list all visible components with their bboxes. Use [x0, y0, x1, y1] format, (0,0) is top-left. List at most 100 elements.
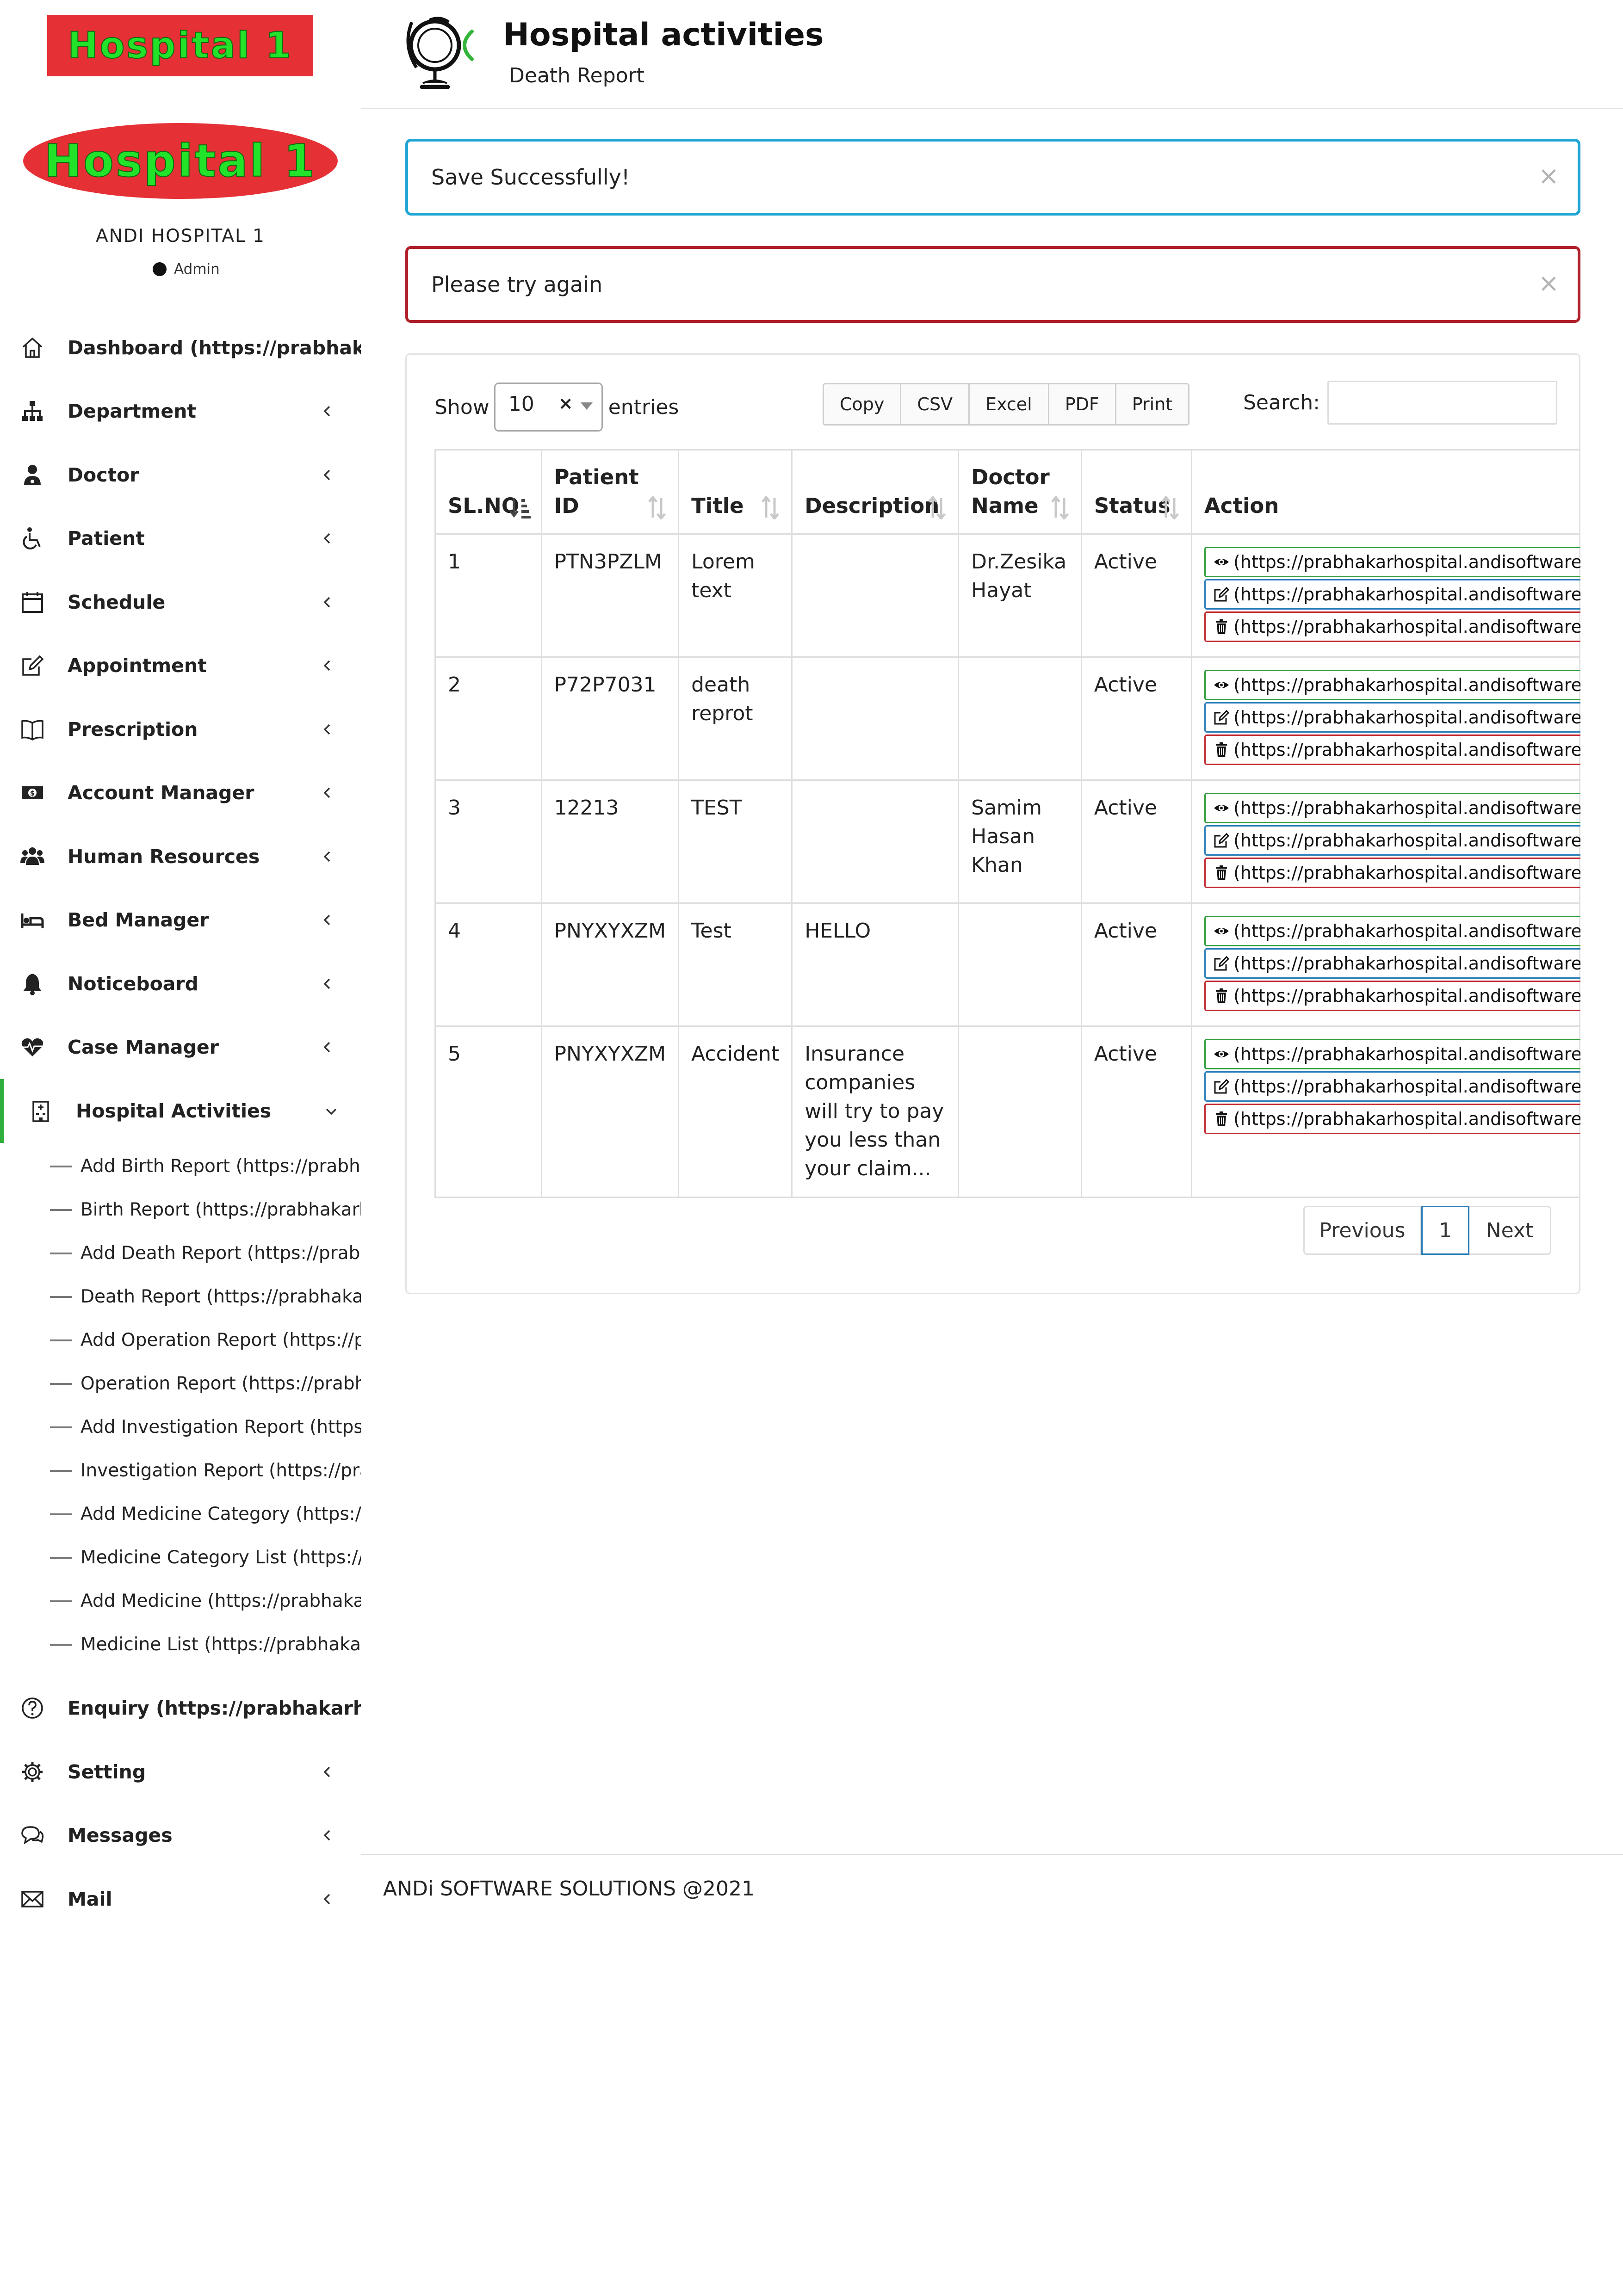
sort-icon	[648, 496, 666, 519]
submenu-item-medicine-category-list[interactable]: Medicine Category List (https://prabhaka…	[0, 1536, 361, 1580]
dash-icon	[50, 1643, 72, 1646]
sidebar-item-bed-manager[interactable]: Bed Manager	[0, 889, 361, 952]
submenu-item-add-investigation-report[interactable]: Add Investigation Report (https://prabha…	[0, 1406, 361, 1449]
delete-button[interactable]: (https://prabhakarhospital.andisoftware	[1204, 858, 1580, 888]
sidebar-item-doctor[interactable]: Doctor	[0, 443, 361, 507]
print-button[interactable]: Print	[1116, 384, 1189, 424]
next-page-button[interactable]: Next	[1469, 1207, 1550, 1253]
edit-icon	[1214, 833, 1230, 848]
edit-button[interactable]: (https://prabhakarhospital.andisoftware	[1204, 1071, 1580, 1102]
pdf-button[interactable]: PDF	[1049, 384, 1116, 424]
search-input[interactable]	[1327, 381, 1557, 425]
sidebar-item-schedule[interactable]: Schedule	[0, 570, 361, 634]
page-1-button[interactable]: 1	[1421, 1206, 1469, 1255]
copy-button[interactable]: Copy	[824, 384, 902, 424]
view-button[interactable]: (https://prabhakarhospital.andisoftware	[1204, 793, 1580, 823]
error-alert-text: Please try again	[431, 272, 603, 297]
submenu-item-operation-report[interactable]: Operation Report (https://prabhakarhospi…	[0, 1362, 361, 1406]
logo-text: Hospital 1	[68, 25, 293, 67]
footer-text: ANDi SOFTWARE SOLUTIONS @2021	[383, 1877, 755, 1901]
sidebar-item-label: Patient	[68, 527, 145, 550]
column-header-doctor-name[interactable]: Doctor Name	[958, 449, 1082, 535]
column-header-title[interactable]: Title	[678, 449, 793, 535]
delete-button[interactable]: (https://prabhakarhospital.andisoftware	[1204, 734, 1580, 765]
entries-label: entries	[608, 395, 679, 419]
sidebar-item-case-manager[interactable]: Case Manager	[0, 1016, 361, 1080]
sidebar-item-department[interactable]: Department	[0, 380, 361, 444]
submenu-item-label: Medicine List (https://prabhakarhospital…	[81, 1634, 361, 1655]
cell-action: (https://prabhakarhospital.andisoftware(…	[1190, 656, 1580, 781]
edit-button[interactable]: (https://prabhakarhospital.andisoftware	[1204, 579, 1580, 610]
submenu-item-add-operation-report[interactable]: Add Operation Report (https://prabhakarh…	[0, 1319, 361, 1362]
edit-button[interactable]: (https://prabhakarhospital.andisoftware	[1204, 948, 1580, 979]
sidebar-item-patient[interactable]: Patient	[0, 507, 361, 571]
sidebar-item-human-resources[interactable]: Human Resources	[0, 825, 361, 889]
chevron-left-icon	[323, 915, 330, 926]
table-search: Search:	[1243, 381, 1557, 425]
submenu-item-medicine-list[interactable]: Medicine List (https://prabhakarhospital…	[0, 1623, 361, 1666]
heartbeat-icon	[19, 1034, 45, 1060]
delete-button[interactable]: (https://prabhakarhospital.andisoftware	[1204, 1104, 1580, 1134]
sidebar-item-account-manager[interactable]: $ Account Manager	[0, 761, 361, 825]
csv-button[interactable]: CSV	[901, 384, 970, 424]
edit-button[interactable]: (https://prabhakarhospital.andisoftware	[1204, 825, 1580, 856]
submenu-item-birth-report[interactable]: Birth Report (https://prabhakarhospital.…	[0, 1188, 361, 1232]
cell-status: Active	[1080, 779, 1192, 904]
delete-button[interactable]: (https://prabhakarhospital.andisoftware	[1204, 981, 1580, 1011]
hospital-logo-banner[interactable]: Hospital 1	[47, 15, 313, 76]
cell-sl-no: 3	[434, 779, 542, 904]
sidebar-item-label: Doctor	[68, 463, 139, 486]
view-button[interactable]: (https://prabhakarhospital.andisoftware	[1204, 670, 1580, 700]
dash-icon	[50, 1513, 72, 1515]
submenu-item-add-birth-report[interactable]: Add Birth Report (https://prabhakarhospi…	[0, 1145, 361, 1188]
trash-icon	[1215, 619, 1227, 634]
delete-button[interactable]: (https://prabhakarhospital.andisoftware	[1204, 611, 1580, 642]
submenu-item-investigation-report[interactable]: Investigation Report (https://prabhakarh…	[0, 1449, 361, 1493]
sidebar-item-hospital-activities[interactable]: Hospital Activities	[0, 1079, 361, 1143]
view-button[interactable]: (https://prabhakarhospital.andisoftware	[1204, 916, 1580, 946]
clear-icon[interactable]: ×	[558, 393, 573, 414]
view-button[interactable]: (https://prabhakarhospital.andisoftware	[1204, 1039, 1580, 1069]
submenu-item-add-medicine[interactable]: Add Medicine (https://prabhakarhospital.…	[0, 1580, 361, 1623]
sidebar-item-enquiry[interactable]: Enquiry (https://prabhakarhospital.andis…	[0, 1677, 361, 1741]
page-subtitle: Death Report	[509, 64, 644, 87]
hospital-icon	[28, 1098, 54, 1124]
edit-icon	[1214, 586, 1230, 602]
chevron-left-icon	[323, 1766, 330, 1777]
column-header-status[interactable]: Status	[1080, 449, 1192, 535]
sidebar-item-messages[interactable]: Messages	[0, 1804, 361, 1868]
sort-icon	[928, 496, 946, 519]
column-header-description[interactable]: Description	[791, 449, 960, 535]
sidebar-item-appointment[interactable]: Appointment	[0, 634, 361, 698]
cell-description	[791, 779, 960, 904]
sidebar-item-mail[interactable]: Mail	[0, 1867, 361, 1931]
submenu-item-add-medicine-category[interactable]: Add Medicine Category (https://prabhakar…	[0, 1493, 361, 1536]
column-header-sl-no[interactable]: SL.NO	[434, 449, 542, 535]
trash-icon	[1215, 988, 1227, 1003]
close-icon[interactable]: ×	[1538, 268, 1559, 297]
close-icon[interactable]: ×	[1538, 161, 1559, 190]
cell-description	[791, 656, 960, 781]
sidebar-item-noticeboard[interactable]: Noticeboard	[0, 952, 361, 1016]
sidebar: Hospital 1 Hospital 1 ANDI HOSPITAL 1 Ad…	[0, 0, 361, 2296]
sidebar-item-prescription[interactable]: Prescription	[0, 697, 361, 761]
edit-button[interactable]: (https://prabhakarhospital.andisoftware	[1204, 702, 1580, 733]
cell-action: (https://prabhakarhospital.andisoftware(…	[1190, 533, 1580, 658]
submenu-item-death-report[interactable]: Death Report (https://prabhakarhospital.…	[0, 1275, 361, 1319]
cell-status: Active	[1080, 533, 1192, 658]
users-icon	[19, 844, 45, 870]
entries-select[interactable]: 10 ×	[494, 383, 603, 432]
export-buttons: Copy CSV Excel PDF Print	[823, 383, 1190, 426]
cell-description: HELLO	[791, 902, 960, 1027]
sidebar-item-setting[interactable]: Setting	[0, 1740, 361, 1804]
excel-button[interactable]: Excel	[970, 384, 1049, 424]
view-button[interactable]: (https://prabhakarhospital.andisoftware	[1204, 547, 1580, 577]
cell-status: Active	[1080, 656, 1192, 781]
submenu-item-label: Add Operation Report (https://prabhakarh…	[81, 1330, 361, 1351]
column-header-patient-id[interactable]: Patient ID	[540, 449, 680, 535]
submenu-item-add-death-report[interactable]: Add Death Report (https://prabhakarhospi…	[0, 1232, 361, 1275]
sidebar-item-dashboard[interactable]: Dashboard (https://prabhakarhospital.and…	[0, 316, 361, 380]
eye-icon	[1214, 928, 1229, 934]
table-row: 2 P72P7031 death reprot Active (https://prab…	[434, 656, 1580, 781]
previous-page-button[interactable]: Previous	[1305, 1207, 1421, 1253]
